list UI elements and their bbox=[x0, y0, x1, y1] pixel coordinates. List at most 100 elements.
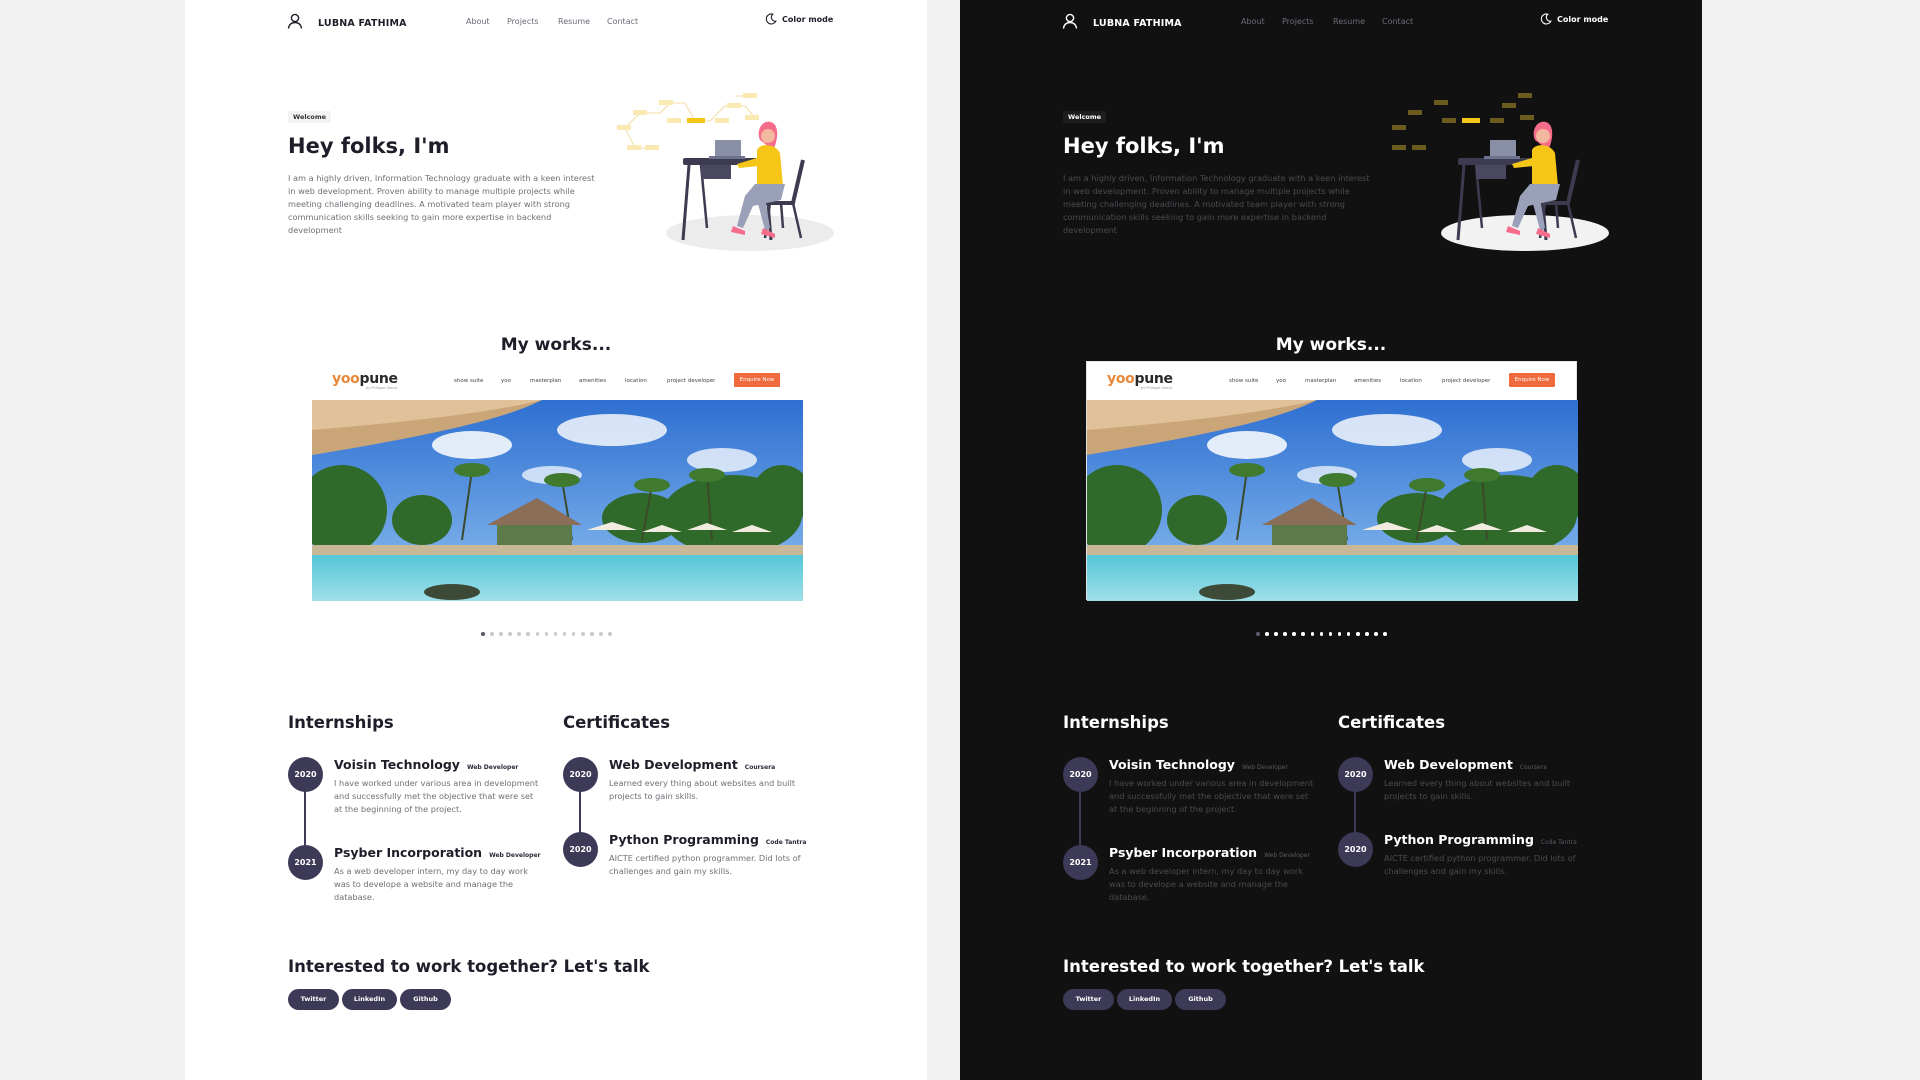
carousel-dot[interactable] bbox=[1301, 632, 1305, 636]
carousel-dot[interactable] bbox=[1328, 632, 1333, 636]
carousel-dot[interactable] bbox=[1310, 632, 1315, 636]
nav-link-resume[interactable]: Resume bbox=[558, 17, 590, 26]
hero-illustration bbox=[617, 93, 834, 251]
certificates-title: Certificates bbox=[563, 713, 671, 732]
carousel-dot[interactable] bbox=[1292, 632, 1296, 636]
carousel-dot[interactable] bbox=[571, 632, 576, 636]
welcome-badge: Welcome bbox=[288, 111, 332, 123]
project-carousel[interactable]: yoopune by Philippe Starck show suite yo… bbox=[1086, 361, 1578, 601]
carousel-dot[interactable] bbox=[608, 632, 612, 636]
certificate-title: Web Development bbox=[1384, 757, 1513, 772]
carousel-dot[interactable] bbox=[1256, 632, 1260, 636]
twitter-button[interactable]: Twitter bbox=[288, 989, 339, 1010]
internship-description: I have worked under various area in deve… bbox=[334, 778, 539, 814]
internships-title: Internships bbox=[1063, 713, 1169, 732]
contact-title: Interested to work together? Let's talk bbox=[1063, 957, 1425, 976]
carousel-dot[interactable] bbox=[526, 632, 530, 636]
carousel-dot[interactable] bbox=[1337, 632, 1342, 636]
certificate-provider: Coursera bbox=[744, 764, 776, 771]
carousel-dot[interactable] bbox=[553, 632, 558, 636]
internship-title: Psyber Incorporation bbox=[334, 845, 483, 860]
hero-description: I am a highly driven, Information Techno… bbox=[1063, 173, 1370, 235]
linkedin-button[interactable]: LinkedIn bbox=[1117, 989, 1172, 1010]
carousel-dot[interactable] bbox=[562, 632, 567, 636]
moon-icon bbox=[765, 13, 777, 25]
nav-link-contact[interactable]: Contact bbox=[607, 17, 638, 26]
certificate-description: AICTE certified python programmer. Did l… bbox=[1384, 853, 1576, 876]
moon-icon bbox=[1540, 13, 1552, 25]
nav-link-projects[interactable]: Projects bbox=[507, 17, 539, 26]
internship-year-badge: 2021 bbox=[1063, 845, 1098, 880]
internship-title: Voisin Technology bbox=[1109, 757, 1235, 772]
hero-description: I am a highly driven, Information Techno… bbox=[288, 173, 595, 235]
carousel-dot[interactable] bbox=[599, 632, 603, 636]
internship-description: As a web developer intern, my day to day… bbox=[1109, 866, 1303, 902]
nav-link-about[interactable]: About bbox=[1241, 17, 1265, 26]
nav-link-contact[interactable]: Contact bbox=[1382, 17, 1413, 26]
carousel-dot[interactable] bbox=[544, 632, 549, 636]
nav-link-projects[interactable]: Projects bbox=[1282, 17, 1314, 26]
carousel-dot[interactable] bbox=[1374, 632, 1378, 636]
carousel-dot[interactable] bbox=[1365, 632, 1369, 636]
internship-year-badge: 2020 bbox=[1063, 757, 1098, 792]
carousel-dot[interactable] bbox=[1283, 632, 1287, 636]
internship-title: Voisin Technology bbox=[334, 757, 460, 772]
carousel-dot[interactable] bbox=[581, 632, 585, 636]
site-brand[interactable]: LUBNA FATHIMA bbox=[1093, 18, 1182, 29]
carousel-dot[interactable] bbox=[490, 632, 494, 636]
color-mode-label: Color mode bbox=[1557, 14, 1609, 24]
linkedin-button[interactable]: LinkedIn bbox=[342, 989, 397, 1010]
carousel-dot[interactable] bbox=[1274, 632, 1278, 636]
nav-link-resume[interactable]: Resume bbox=[1333, 17, 1365, 26]
project-nav-location: location bbox=[1400, 378, 1422, 384]
github-button[interactable]: Github bbox=[1175, 989, 1226, 1010]
project-carousel[interactable]: yoopune by Philippe Starck show suite yo… bbox=[311, 361, 803, 601]
project-nav-show-suite: show suite bbox=[454, 378, 484, 384]
twitter-button[interactable]: Twitter bbox=[1063, 989, 1114, 1010]
resort-pool-image bbox=[1087, 400, 1578, 601]
certificate-provider: Coursera bbox=[1519, 764, 1547, 771]
color-mode-toggle[interactable]: Color mode bbox=[765, 13, 833, 25]
github-button[interactable]: Github bbox=[400, 989, 451, 1010]
carousel-dot[interactable] bbox=[508, 632, 512, 636]
certificate-year-badge: 2020 bbox=[1338, 757, 1373, 792]
carousel-dot[interactable] bbox=[1356, 632, 1360, 636]
dark-theme-page: LUBNA FATHIMA About Projects Resume Cont… bbox=[960, 0, 1702, 1080]
project-nav-amenities: amenities bbox=[1354, 378, 1382, 384]
hero-title: Hey folks, I'm bbox=[1063, 134, 1225, 158]
internship-role: Web Developer bbox=[466, 764, 519, 771]
internship-description: I have worked under various area in deve… bbox=[1109, 778, 1314, 814]
user-icon[interactable] bbox=[287, 13, 303, 29]
project-nav-location: location bbox=[625, 378, 647, 384]
color-mode-toggle[interactable]: Color mode bbox=[1540, 13, 1608, 25]
carousel-dot[interactable] bbox=[535, 632, 540, 636]
carousel-dot[interactable] bbox=[590, 632, 594, 636]
carousel-dot[interactable] bbox=[1346, 632, 1351, 636]
project-nav-yoo: yoo bbox=[501, 378, 511, 384]
certificate-year-badge: 2020 bbox=[563, 832, 598, 867]
certificate-year-badge: 2020 bbox=[563, 757, 598, 792]
certificates-title: Certificates bbox=[1338, 713, 1446, 732]
carousel-dot[interactable] bbox=[499, 632, 503, 636]
nav-link-about[interactable]: About bbox=[466, 17, 490, 26]
carousel-dot[interactable] bbox=[1383, 632, 1387, 636]
site-brand[interactable]: LUBNA FATHIMA bbox=[318, 18, 407, 29]
internship-heading: Voisin Technology Web Developer bbox=[1109, 757, 1288, 772]
carousel-pagination[interactable] bbox=[1256, 632, 1387, 636]
carousel-dot[interactable] bbox=[481, 632, 485, 636]
carousel-pagination[interactable] bbox=[481, 632, 612, 636]
internship-role: Web Developer bbox=[1241, 764, 1288, 771]
certificate-description: Learned every thing about websites and b… bbox=[1384, 778, 1571, 801]
internships-title: Internships bbox=[288, 713, 394, 732]
certificate-provider: Code Tantra bbox=[765, 839, 807, 846]
internship-title: Psyber Incorporation bbox=[1109, 845, 1258, 860]
light-theme-page: LUBNA FATHIMA About Projects Resume Cont… bbox=[185, 0, 927, 1080]
internship-year-badge: 2021 bbox=[288, 845, 323, 880]
user-icon[interactable] bbox=[1062, 13, 1078, 29]
carousel-dot[interactable] bbox=[517, 632, 521, 636]
internship-year-badge: 2020 bbox=[288, 757, 323, 792]
certificate-heading: Web Development Coursera bbox=[1384, 757, 1547, 772]
carousel-dot[interactable] bbox=[1319, 632, 1324, 636]
project-nav-show-suite: show suite bbox=[1229, 378, 1259, 384]
carousel-dot[interactable] bbox=[1265, 632, 1269, 636]
